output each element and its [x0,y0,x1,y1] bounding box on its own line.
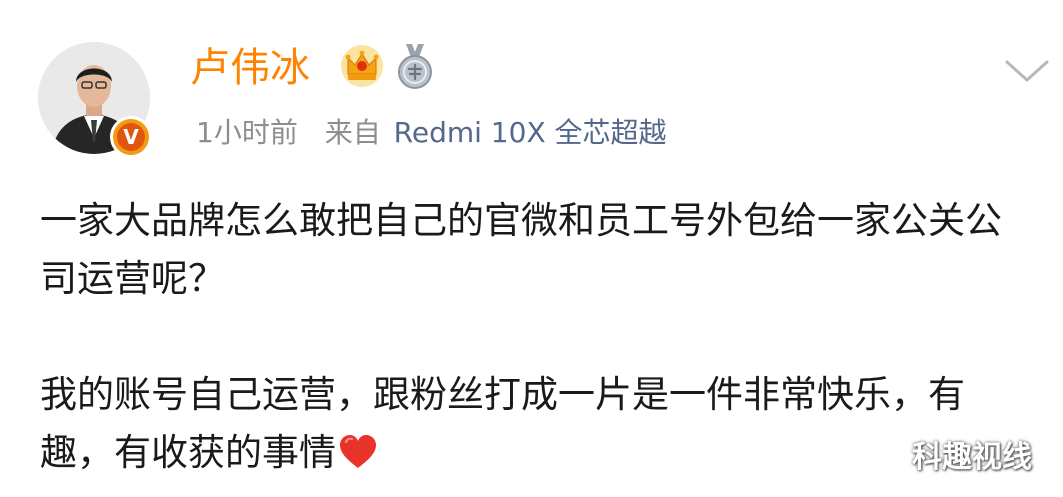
vip-crown-icon[interactable] [340,44,384,88]
post-header: V 卢伟冰 1小时前 来自 Redmi 10X 全芯超越 [0,0,1063,175]
device-source-link[interactable]: Redmi 10X 全芯超越 [394,116,667,149]
watermark: 科趣视线 [912,440,1032,475]
verified-letter: V [117,123,145,151]
post-meta: 1小时前 来自 Redmi 10X 全芯超越 [196,113,667,153]
answer-medal-icon[interactable] [396,44,434,90]
post-paragraph-with-emoji: 我的账号自己运营，跟粉丝打成一片是一件非常快乐，有趣，有收获的事情 [40,366,1030,482]
red-heart-icon [340,435,376,468]
from-label: 来自 [324,116,381,149]
post-time: 1小时前 [196,116,298,149]
username[interactable]: 卢伟冰 [190,44,310,92]
verified-v-icon: V [110,116,152,158]
post-paragraph: 一家大品牌怎么敢把自己的官微和员工号外包给一家公关公司运营呢？ [40,199,1002,300]
post-paragraph-text: 我的账号自己运营，跟粉丝打成一片是一件非常快乐，有趣，有收获的事情 [40,373,965,474]
post-content: 一家大品牌怎么敢把自己的官微和员工号外包给一家公关公司运营呢？ 我的账号自己运营… [40,192,1030,482]
chevron-down-icon[interactable] [1004,56,1050,86]
